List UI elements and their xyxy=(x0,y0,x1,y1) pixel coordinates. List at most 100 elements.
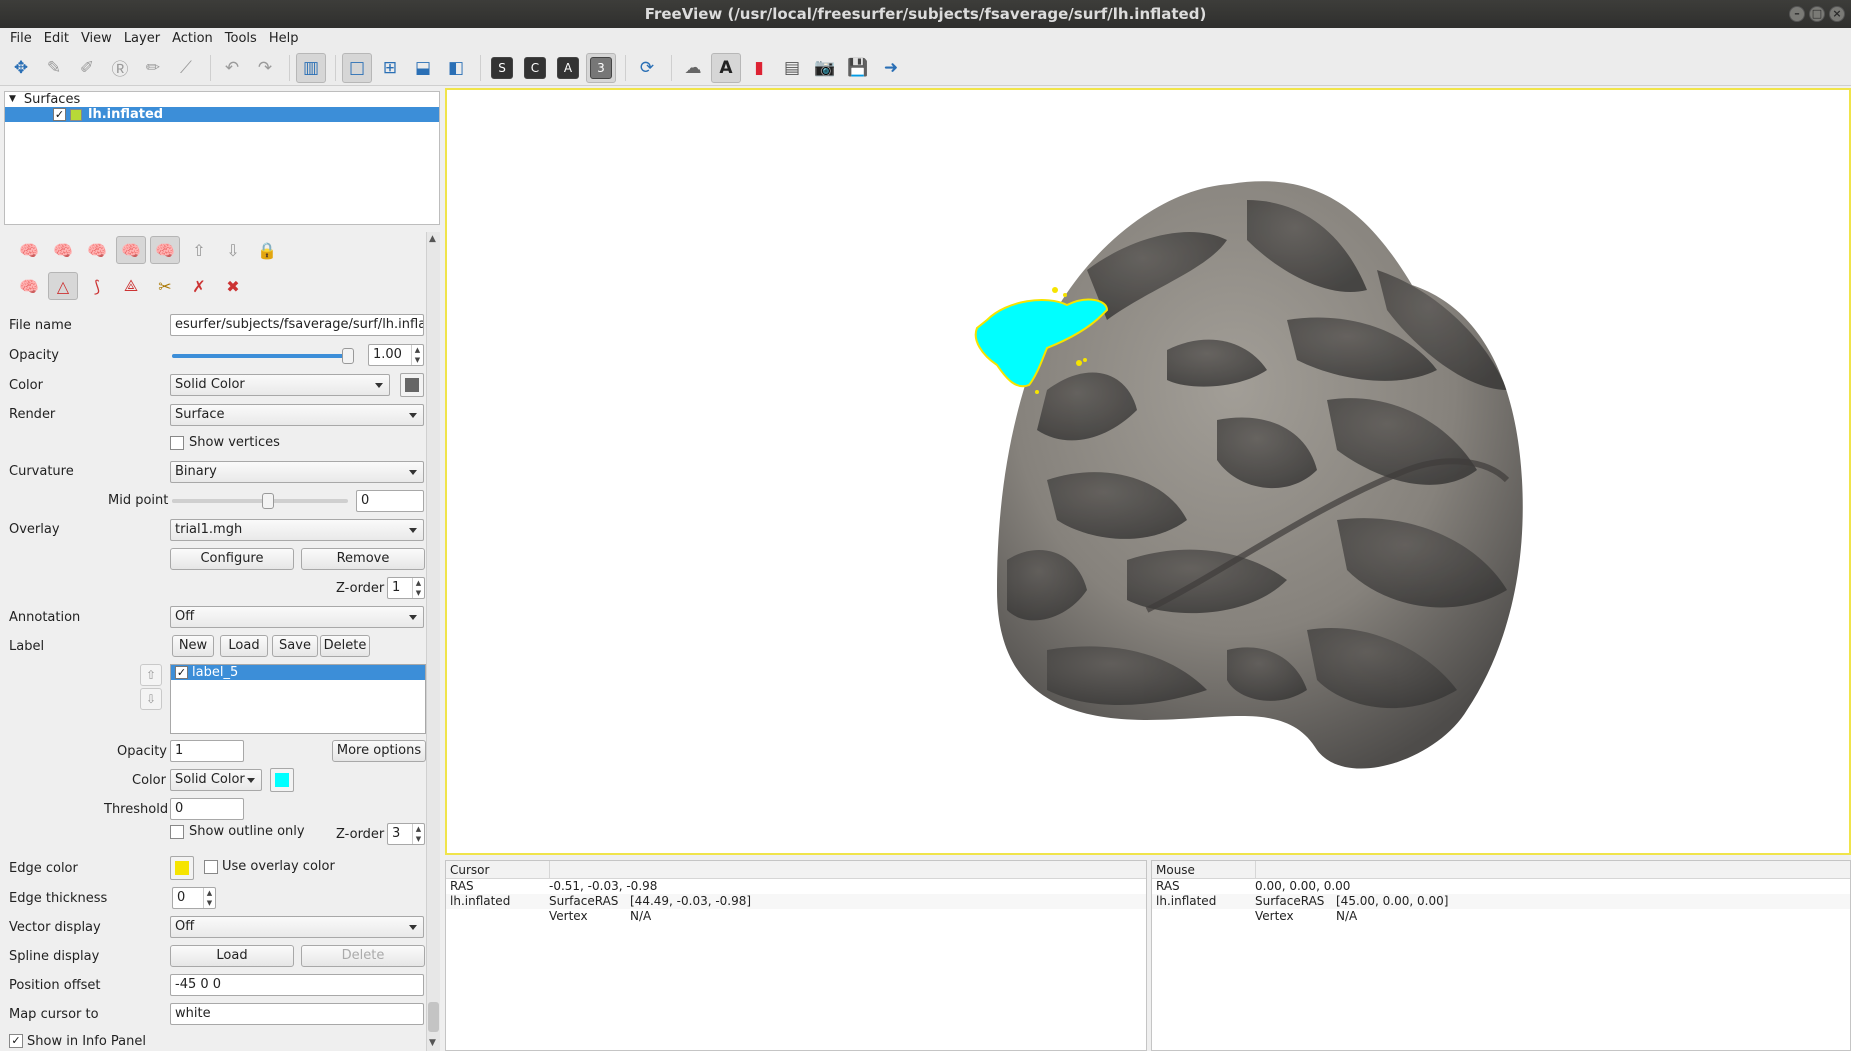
spin-arrows-icon[interactable]: ▲ ▼ xyxy=(203,888,215,908)
label-color-button[interactable] xyxy=(270,768,294,792)
view-sagittal-icon[interactable]: S xyxy=(487,53,517,83)
render-combo[interactable]: Surface xyxy=(170,404,424,426)
menu-edit[interactable]: Edit xyxy=(38,28,75,50)
menu-view[interactable]: View xyxy=(75,28,118,50)
opacity-spinbox[interactable]: 1.00 ▲ ▼ xyxy=(368,344,424,366)
annotation-combo[interactable]: Off xyxy=(170,606,424,628)
save-screenshot-icon[interactable]: 📷 xyxy=(810,53,840,83)
show-vertices-checkbox[interactable] xyxy=(170,436,184,450)
spin-arrows-icon[interactable]: ▲ ▼ xyxy=(412,824,424,844)
fill-path-icon[interactable]: ⟁ xyxy=(116,272,146,300)
position-offset-field[interactable]: -45 0 0 xyxy=(170,974,424,996)
delete-path-icon[interactable]: ✗ xyxy=(184,272,214,300)
load-surface-icon[interactable]: 🧠 xyxy=(14,236,44,264)
menu-file[interactable]: File xyxy=(4,28,38,50)
use-overlay-color-checkbox[interactable] xyxy=(204,860,218,874)
map-cursor-field[interactable]: white xyxy=(170,1003,424,1025)
label-move-up-icon[interactable]: ⇧ xyxy=(140,664,162,686)
pial-surface-icon[interactable]: 🧠 xyxy=(116,236,146,264)
label-opacity-field[interactable]: 1 xyxy=(170,740,244,762)
surface-color-button[interactable] xyxy=(400,373,424,397)
layout-1x1-icon[interactable]: □ xyxy=(342,52,372,83)
layout-1and3-icon[interactable]: ⬓ xyxy=(408,53,438,83)
reset-view-icon[interactable]: ⟳ xyxy=(632,53,662,83)
recon-edit-icon[interactable]: ✐ xyxy=(72,53,102,83)
spin-arrows-icon[interactable]: ▲ ▼ xyxy=(412,578,424,598)
configure-overlay-button[interactable]: Configure xyxy=(170,548,294,570)
layer-visible-checkbox[interactable]: ✓ xyxy=(53,108,66,121)
show-surface-icon[interactable]: ☁ xyxy=(678,53,708,83)
label-move-down-icon[interactable]: ⇩ xyxy=(140,688,162,710)
delete-label-button[interactable]: Delete xyxy=(320,635,370,657)
layer-item[interactable]: ✓ lh.inflated xyxy=(5,107,439,122)
new-label-button[interactable]: New xyxy=(172,635,214,657)
overlay-combo[interactable]: trial1.mgh xyxy=(170,519,424,541)
measure-tool-icon[interactable]: ⟋ xyxy=(171,53,201,83)
clear-marks-icon[interactable]: ✖ xyxy=(218,272,248,300)
show-color-scale-icon[interactable]: ▮ xyxy=(744,53,774,83)
show-outline-checkbox[interactable] xyxy=(170,825,184,839)
view-3d-icon[interactable]: 3 xyxy=(586,52,616,83)
spline-load-button[interactable]: Load xyxy=(170,945,294,967)
edge-color-button[interactable] xyxy=(170,856,194,880)
make-closed-path-icon[interactable]: ⟆ xyxy=(82,272,112,300)
save-point-icon[interactable]: 💾 xyxy=(843,53,873,83)
cut-path-icon[interactable]: ✂ xyxy=(150,272,180,300)
surface-render[interactable] xyxy=(447,90,1849,853)
properties-scrollbar[interactable]: ▲ ▼ xyxy=(426,232,440,1051)
view-coronal-icon[interactable]: C xyxy=(520,53,550,83)
close-surface-icon[interactable]: 🧠 xyxy=(48,236,78,264)
voxel-edit-icon[interactable]: ✎ xyxy=(39,53,69,83)
scroll-down-icon[interactable]: ▼ xyxy=(429,1038,436,1048)
scrollbar-thumb[interactable] xyxy=(428,1002,439,1032)
more-options-button[interactable]: More options xyxy=(332,740,426,762)
curvature-combo[interactable]: Binary xyxy=(170,461,424,483)
threshold-field[interactable]: 0 xyxy=(170,798,244,820)
navigate-tool-icon[interactable]: ✥ xyxy=(6,53,36,83)
main-surface-icon[interactable]: 🧠 xyxy=(82,236,112,264)
info-cell[interactable]: -0.51, -0.03, -0.98 xyxy=(549,879,657,894)
redo-icon[interactable]: ↷ xyxy=(250,53,280,83)
label-zorder-spinbox[interactable]: 3 ▲ ▼ xyxy=(387,823,425,845)
surface-view-icon[interactable]: 🧠 xyxy=(14,272,44,300)
overlay-zorder-spinbox[interactable]: 1 ▲ ▼ xyxy=(387,577,425,599)
show-command-console-icon[interactable]: ▤ xyxy=(777,53,807,83)
roi-edit-icon[interactable]: Ⓡ xyxy=(105,53,135,83)
label-list-item[interactable]: ✓ label_5 xyxy=(171,665,425,680)
info-cell[interactable]: [44.49, -0.03, -0.98] xyxy=(630,894,751,909)
load-label-button[interactable]: Load xyxy=(220,635,268,657)
view-axial-icon[interactable]: A xyxy=(553,53,583,83)
layout-1and3-horizontal-icon[interactable]: ◧ xyxy=(441,53,471,83)
undo-icon[interactable]: ↶ xyxy=(217,53,247,83)
move-down-icon[interactable]: ⇩ xyxy=(218,236,248,264)
scroll-up-icon[interactable]: ▲ xyxy=(429,234,436,244)
layout-main-icon[interactable]: ▥ xyxy=(296,52,326,83)
menu-action[interactable]: Action xyxy=(166,28,219,50)
mid-point-slider-handle[interactable] xyxy=(262,493,274,509)
opacity-slider-handle[interactable] xyxy=(342,348,354,364)
mid-point-field[interactable]: 0 xyxy=(356,490,424,512)
lock-icon[interactable]: 🔒 xyxy=(252,236,282,264)
point-set-edit-icon[interactable]: ✏ xyxy=(138,53,168,83)
color-combo[interactable]: Solid Color xyxy=(170,374,390,396)
show-coordinate-annotation-icon[interactable]: A xyxy=(711,52,741,83)
vector-display-combo[interactable]: Off xyxy=(170,916,424,938)
label-visible-checkbox[interactable]: ✓ xyxy=(175,666,188,679)
inflated-surface-icon[interactable]: 🧠 xyxy=(150,236,180,264)
spline-delete-button[interactable]: Delete xyxy=(301,945,425,967)
remove-overlay-button[interactable]: Remove xyxy=(301,548,425,570)
expand-arrow-icon[interactable]: ▼ xyxy=(9,92,16,107)
make-path-icon[interactable]: △ xyxy=(48,272,78,300)
minimize-button[interactable]: – xyxy=(1789,6,1805,22)
save-label-button[interactable]: Save xyxy=(272,635,318,657)
menu-help[interactable]: Help xyxy=(263,28,305,50)
layer-group-surfaces[interactable]: ▼ Surfaces xyxy=(5,92,439,107)
edge-thickness-spinbox[interactable]: 0 ▲ ▼ xyxy=(172,887,216,909)
label-color-combo[interactable]: Solid Color xyxy=(170,769,262,791)
render-view-3d[interactable] xyxy=(445,88,1851,855)
mid-point-slider[interactable] xyxy=(172,493,348,509)
info-cell[interactable]: N/A xyxy=(630,909,651,924)
maximize-button[interactable]: □ xyxy=(1809,6,1825,22)
menu-tools[interactable]: Tools xyxy=(219,28,263,50)
opacity-slider[interactable] xyxy=(172,348,354,364)
